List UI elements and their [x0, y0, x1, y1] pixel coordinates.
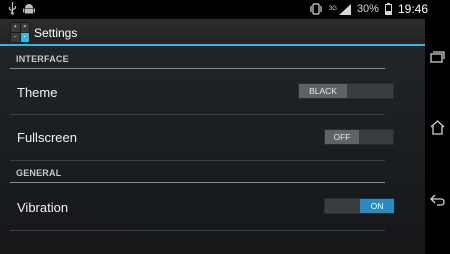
section-header-interface: INTERFACE: [10, 49, 385, 69]
back-icon[interactable]: [429, 191, 446, 208]
battery-icon: [384, 3, 392, 15]
calculator-app-icon[interactable]: + × − ÷: [10, 22, 30, 42]
times-glyph: ×: [20, 23, 29, 32]
status-bar: 3G 30% 19:46: [0, 0, 450, 19]
pref-label-fullscreen: Fullscreen: [17, 130, 77, 145]
battery-percent: 30%: [356, 3, 379, 15]
page-title: Settings: [34, 26, 78, 40]
status-left: [8, 2, 35, 15]
theme-switch[interactable]: BLACK: [298, 83, 394, 99]
vibration-switch-value: ON: [360, 199, 394, 213]
network-type: 3G: [328, 6, 337, 12]
minus-glyph: −: [11, 33, 20, 42]
android-icon: [23, 4, 35, 14]
settings-screen: + × − ÷ Settings INTERFACE Theme BLACK F…: [0, 19, 425, 254]
theme-switch-value: BLACK: [299, 84, 347, 98]
pref-row-fullscreen[interactable]: Fullscreen OFF: [10, 115, 394, 161]
status-right: 3G 30% 19:46: [309, 2, 428, 16]
navigation-bar: [425, 19, 450, 254]
divide-glyph: ÷: [20, 33, 29, 42]
plus-glyph: +: [11, 23, 20, 32]
signal-icon: [338, 3, 351, 15]
recent-apps-icon[interactable]: [429, 49, 446, 66]
home-icon[interactable]: [429, 119, 446, 136]
section-header-general: GENERAL: [10, 163, 385, 183]
fullscreen-switch-value: OFF: [325, 130, 359, 144]
usb-icon: [8, 2, 17, 15]
vibration-switch[interactable]: ON: [324, 198, 394, 214]
status-time: 19:46: [397, 2, 428, 16]
fullscreen-switch[interactable]: OFF: [324, 129, 394, 145]
pref-row-vibration[interactable]: Vibration ON: [10, 184, 394, 231]
action-bar: + × − ÷ Settings: [0, 19, 425, 46]
vibrate-icon: [310, 3, 322, 15]
pref-row-theme[interactable]: Theme BLACK: [10, 70, 394, 115]
pref-label-vibration: Vibration: [17, 200, 69, 215]
pref-label-theme: Theme: [17, 85, 58, 100]
